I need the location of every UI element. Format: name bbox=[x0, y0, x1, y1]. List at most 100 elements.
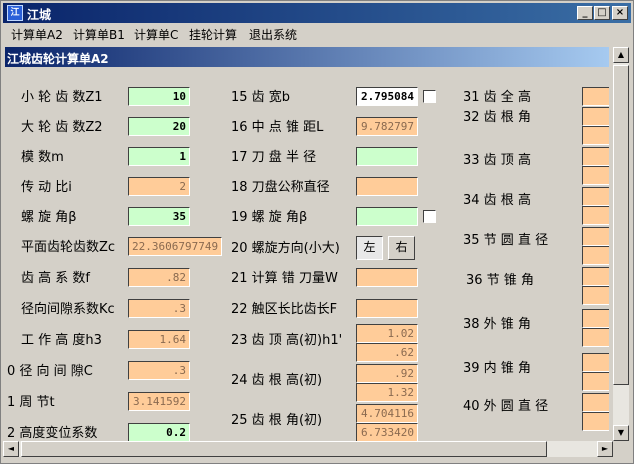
label-helix-angle: 螺 旋 角β bbox=[21, 210, 77, 225]
label-dedendum-initial: 24 齿 根 高(初) bbox=[231, 373, 323, 388]
label-face-angle: 38 外 锥 角 bbox=[463, 317, 531, 332]
scroll-left-button[interactable]: ◄ bbox=[3, 441, 19, 457]
minimize-button[interactable]: _ bbox=[577, 6, 593, 20]
label-contact-ratio: 22 触区长比齿长F bbox=[231, 302, 338, 317]
field-pitch-diameter-b bbox=[582, 246, 609, 265]
field-face-width[interactable]: 2.795084 bbox=[356, 87, 418, 106]
scroll-up-button[interactable]: ▲ bbox=[613, 47, 629, 63]
field-cutter-radius[interactable] bbox=[356, 147, 418, 166]
field-face-angle-b bbox=[582, 328, 609, 347]
vertical-scrollbar[interactable]: ▲ ▼ bbox=[613, 47, 629, 441]
label-root-angle: 32 齿 根 角 bbox=[463, 110, 531, 125]
field-dedendum-b bbox=[582, 206, 609, 225]
direction-right-button[interactable]: 右 bbox=[388, 236, 415, 260]
form-title-bar: 江城齿轮计算单A2 bbox=[5, 47, 609, 67]
field-offset-w bbox=[356, 268, 418, 287]
label-cone-distance: 16 中 点 锥 距L bbox=[231, 120, 324, 135]
window-title: 江城 bbox=[27, 8, 52, 22]
menu-calc-c[interactable]: 计算单C bbox=[134, 26, 178, 43]
field-clearance-factor: .3 bbox=[128, 299, 190, 318]
field-addendum-a bbox=[582, 147, 609, 166]
field-dedendum-angle-1: 4.704116 bbox=[356, 404, 418, 423]
field-module[interactable]: 1 bbox=[128, 147, 190, 166]
label-zc: 平面齿轮齿数Zc bbox=[21, 240, 116, 255]
label-z1: 小 轮 齿 数Z1 bbox=[21, 90, 103, 105]
helix-angle-checkbox[interactable] bbox=[423, 210, 436, 223]
label-shift-factor: 2 高度变位系数 bbox=[7, 426, 98, 441]
field-dedendum-a bbox=[582, 187, 609, 206]
field-root-angle-2 bbox=[582, 126, 609, 145]
field-dedendum-1: .92 bbox=[356, 364, 418, 383]
scroll-down-button[interactable]: ▼ bbox=[613, 425, 629, 441]
horizontal-scroll-thumb[interactable] bbox=[21, 441, 547, 457]
menu-calc-a2[interactable]: 计算单A2 bbox=[11, 26, 63, 43]
menu-gear-calc[interactable]: 挂轮计算 bbox=[189, 26, 237, 43]
label-offset-w: 21 计算 错 刀量W bbox=[231, 271, 338, 286]
menu-calc-b1[interactable]: 计算单B1 bbox=[73, 26, 125, 43]
field-dedendum-angle-2: 6.733420 bbox=[356, 423, 418, 441]
face-width-checkbox[interactable] bbox=[423, 90, 436, 103]
field-pitch: 3.141592 bbox=[128, 392, 190, 411]
scroll-corner bbox=[613, 441, 629, 457]
label-pitch-diameter: 35 节 圆 直 径 bbox=[463, 233, 549, 248]
calc-form-a2: 江城齿轮计算单A2 小 轮 齿 数Z1 10 大 轮 齿 数Z2 20 模 数m… bbox=[5, 47, 609, 441]
label-helix-angle-2: 19 螺 旋 角β bbox=[231, 210, 308, 225]
label-clearance-factor: 径向间隙系数Kc bbox=[21, 302, 115, 317]
label-module: 模 数m bbox=[21, 150, 64, 165]
field-z2[interactable]: 20 bbox=[128, 117, 190, 136]
field-pitch-cone-angle-b bbox=[582, 286, 609, 305]
field-helix-angle[interactable]: 35 bbox=[128, 207, 190, 226]
field-contact-ratio bbox=[356, 299, 418, 318]
label-pitch: 1 周 节t bbox=[7, 395, 55, 410]
label-helix-direction: 20 螺旋方向(小大) bbox=[231, 241, 340, 256]
label-outside-diameter: 40 外 圆 直 径 bbox=[463, 399, 549, 414]
label-cutter-radius: 17 刀 盘 半 径 bbox=[231, 150, 317, 165]
field-dedendum-2: 1.32 bbox=[356, 383, 418, 402]
horizontal-scrollbar[interactable]: ◄ ► bbox=[3, 441, 613, 457]
field-face-angle-a bbox=[582, 309, 609, 328]
label-z2: 大 轮 齿 数Z2 bbox=[21, 120, 103, 135]
field-cutter-diameter bbox=[356, 177, 418, 196]
menu-exit[interactable]: 退出系统 bbox=[249, 26, 297, 43]
maximize-button[interactable]: □ bbox=[594, 6, 610, 20]
field-addendum-2: .62 bbox=[356, 343, 418, 362]
close-button[interactable]: × bbox=[612, 6, 628, 20]
label-dedendum-angle: 25 齿 根 角(初) bbox=[231, 413, 323, 428]
field-back-angle-b bbox=[582, 372, 609, 391]
field-outside-diameter-b bbox=[582, 412, 609, 431]
field-pitch-diameter-a bbox=[582, 227, 609, 246]
label-back-angle: 39 内 锥 角 bbox=[463, 361, 531, 376]
field-ratio: 2 bbox=[128, 177, 190, 196]
field-addendum-b bbox=[582, 166, 609, 185]
field-zc: 22.3606797749 bbox=[128, 237, 222, 256]
app-icon: 江 bbox=[7, 5, 23, 21]
label-face-width: 15 齿 宽b bbox=[231, 90, 291, 105]
label-cutter-diameter: 18 刀盘公称直径 bbox=[231, 180, 330, 195]
field-outside-diameter-a bbox=[582, 393, 609, 412]
label-dedendum: 34 齿 根 高 bbox=[463, 193, 531, 208]
field-shift-factor[interactable]: 0.2 bbox=[128, 423, 190, 441]
menu-bar: 计算单A2 计算单B1 计算单C 挂轮计算 退出系统 bbox=[3, 23, 631, 43]
field-back-angle-a bbox=[582, 353, 609, 372]
direction-left-button[interactable]: 左 bbox=[356, 236, 383, 260]
field-z1[interactable]: 10 bbox=[128, 87, 190, 106]
field-pitch-cone-angle-a bbox=[582, 267, 609, 286]
field-cone-distance: 9.782797 bbox=[356, 117, 418, 136]
field-working-height: 1.64 bbox=[128, 330, 190, 349]
main-window: 江 江城 _ □ × 计算单A2 计算单B1 计算单C 挂轮计算 退出系统 江城… bbox=[0, 0, 634, 464]
label-addendum: 33 齿 顶 高 bbox=[463, 153, 531, 168]
label-height-factor: 齿 高 系 数f bbox=[21, 271, 90, 286]
title-bar: 江 江城 _ □ × bbox=[3, 3, 631, 23]
label-whole-depth: 31 齿 全 高 bbox=[463, 90, 531, 105]
field-helix-angle-2[interactable] bbox=[356, 207, 418, 226]
vertical-scroll-thumb[interactable] bbox=[613, 65, 629, 385]
label-pitch-cone-angle: 36 节 锥 角 bbox=[466, 273, 534, 288]
label-addendum-initial: 23 齿 顶 高(初)h1' bbox=[231, 333, 343, 348]
field-whole-depth bbox=[582, 87, 609, 106]
label-radial-clearance: 0 径 向 间 隙C bbox=[7, 364, 93, 379]
label-working-height: 工 作 高 度h3 bbox=[21, 333, 102, 348]
field-root-angle-1 bbox=[582, 107, 609, 126]
field-radial-clearance: .3 bbox=[128, 361, 190, 380]
scroll-right-button[interactable]: ► bbox=[597, 441, 613, 457]
form-title: 江城齿轮计算单A2 bbox=[7, 52, 109, 66]
